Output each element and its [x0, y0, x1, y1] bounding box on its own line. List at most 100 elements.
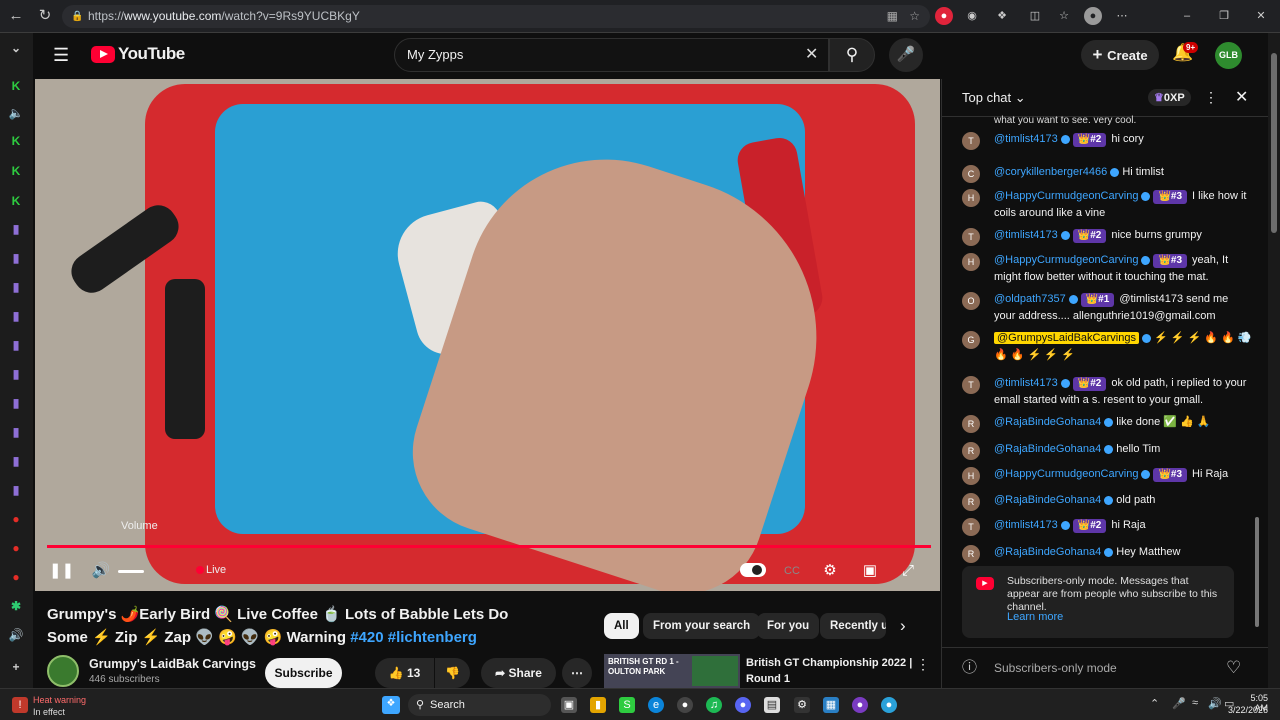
close-chat-icon[interactable]: ✕ — [1235, 87, 1248, 107]
progress-bar[interactable] — [47, 545, 931, 548]
chat-message[interactable]: O @oldpath7357 👑#1 @timlist4173 send me you… — [962, 291, 1252, 325]
favorites-icon[interactable]: ☆ — [1055, 7, 1073, 25]
volume-slider[interactable] — [118, 570, 144, 573]
app-icon[interactable]: S — [619, 697, 635, 713]
twitch-icon[interactable]: ▮ — [8, 337, 24, 353]
photos-icon[interactable]: ▦ — [823, 697, 839, 713]
clock-date[interactable]: 3/22/2026 — [1224, 705, 1268, 715]
extension-icon[interactable]: ● — [935, 7, 953, 25]
chat-author[interactable]: @HappyCurmudgeonCarving — [994, 468, 1138, 480]
more-actions-button[interactable]: ⋯ — [562, 658, 592, 688]
maximize-icon[interactable]: ❐ — [1215, 7, 1233, 25]
chat-avatar[interactable]: T — [962, 228, 980, 246]
hamburger-menu-icon[interactable]: ☰ — [53, 45, 69, 65]
twitch-icon[interactable]: ▮ — [8, 308, 24, 324]
chat-avatar[interactable]: R — [962, 442, 980, 460]
twitch-icon[interactable]: ▮ — [8, 453, 24, 469]
create-button[interactable]: + Create — [1081, 40, 1159, 70]
chat-mode-dropdown[interactable]: Top chat ⌄ — [962, 90, 1026, 106]
task-view-icon[interactable]: ▣ — [561, 697, 577, 713]
twitch-icon[interactable]: ▮ — [8, 395, 24, 411]
chat-avatar[interactable]: G — [962, 331, 980, 349]
reload-icon[interactable]: ↻ — [35, 6, 55, 26]
windows-start-icon[interactable]: ❖ — [382, 696, 400, 714]
speaker-icon[interactable]: 🔊 — [1208, 697, 1222, 710]
chat-message[interactable]: T @timlist4173 👑#2 nice burns grumpy — [962, 227, 1252, 246]
youtube-icon[interactable]: ● — [8, 569, 24, 585]
edge-icon[interactable]: e — [648, 697, 664, 713]
captions-icon[interactable]: CC — [780, 559, 804, 583]
close-window-icon[interactable]: ✕ — [1252, 7, 1270, 25]
chat-avatar[interactable]: T — [962, 518, 980, 536]
chat-message[interactable]: T @timlist4173 👑#2 hi Raja — [962, 517, 1252, 536]
page-scrollbar[interactable] — [1268, 33, 1280, 688]
chat-message[interactable]: H @HappyCurmudgeonCarving 👑#3 I like how it… — [962, 188, 1252, 222]
account-avatar[interactable]: GLB — [1215, 42, 1242, 69]
chat-input[interactable]: ⓘ Subscribers-only mode ♡ — [942, 647, 1269, 688]
video-player[interactable] — [35, 79, 940, 591]
fullscreen-icon[interactable]: ⤢ — [896, 559, 920, 583]
address-bar[interactable]: 🔒 https://www.youtube.com/watch?v=9Rs9YU… — [62, 5, 930, 28]
youtube-icon[interactable]: ● — [8, 540, 24, 556]
chat-scrollbar[interactable] — [1255, 517, 1259, 627]
more-menu-icon[interactable]: ⋯ — [1113, 7, 1131, 25]
channel-name[interactable]: Grumpy's LaidBak Carvings — [89, 657, 256, 671]
chat-author[interactable]: @oldpath7357 — [994, 293, 1066, 305]
heart-icon[interactable]: ♡ — [1226, 648, 1241, 688]
twitch-icon[interactable]: ▮ — [8, 279, 24, 295]
twitch-icon[interactable]: ▮ — [8, 221, 24, 237]
chat-avatar[interactable]: O — [962, 292, 980, 310]
apps-icon[interactable]: ▦ — [887, 5, 898, 28]
split-screen-icon[interactable]: ◫ — [1026, 7, 1044, 25]
chat-author[interactable]: @timlist4173 — [994, 133, 1058, 145]
chat-message[interactable]: R @RajaBindeGohana4 like done ✅ 👍 🙏 — [962, 414, 1252, 433]
app-icon[interactable]: ● — [852, 697, 868, 713]
chat-message[interactable]: R @RajaBindeGohana4 Hey Matthew — [962, 544, 1252, 563]
app-icon[interactable]: K — [8, 193, 24, 209]
chat-message[interactable]: G @GrumpysLaidBakCarvings ⚡ ⚡ ⚡ 🔥 🔥 💨 🔥 🔥… — [962, 330, 1252, 364]
chip-from-your-search[interactable]: From your search — [643, 613, 761, 639]
chat-avatar[interactable]: C — [962, 165, 980, 183]
weather-text[interactable]: Heat warning — [33, 695, 86, 705]
channel-avatar[interactable] — [47, 655, 79, 687]
app-icon[interactable]: ● — [881, 697, 897, 713]
chat-author[interactable]: @RajaBindeGohana4 — [994, 416, 1101, 428]
discord-icon[interactable]: ● — [735, 697, 751, 713]
chip-for-you[interactable]: For you — [757, 613, 820, 639]
voice-search-button[interactable]: 🎤 — [889, 38, 923, 72]
chip-all[interactable]: All — [604, 613, 639, 639]
chat-message[interactable]: R @RajaBindeGohana4 old path — [962, 492, 1252, 511]
weather-alert-icon[interactable]: ! — [12, 697, 28, 713]
add-icon[interactable]: + — [8, 659, 24, 675]
mute-icon[interactable]: 🔈 — [8, 105, 24, 121]
chat-avatar[interactable]: T — [962, 132, 980, 150]
spotify-icon[interactable]: ♫ — [706, 697, 722, 713]
chat-message[interactable]: R @RajaBindeGohana4 hello Tim — [962, 441, 1252, 460]
share-button[interactable]: ➦ Share — [481, 658, 556, 688]
search-input[interactable]: My Zypps — [394, 38, 829, 72]
app-icon[interactable]: K — [8, 133, 24, 149]
settings-gear-icon[interactable]: ⚙ — [794, 697, 810, 713]
chat-message[interactable]: H @HappyCurmudgeonCarving 👑#3 yeah, It migh… — [962, 252, 1252, 286]
chat-author[interactable]: @RajaBindeGohana4 — [994, 494, 1101, 506]
twitch-icon[interactable]: ▮ — [8, 424, 24, 440]
chat-avatar[interactable]: T — [962, 376, 980, 394]
chat-message[interactable]: T @timlist4173 👑#2 ok old path, i replied t… — [962, 375, 1252, 409]
chevron-up-icon[interactable]: ⌃ — [1150, 697, 1159, 710]
chat-avatar[interactable]: H — [962, 467, 980, 485]
chat-author[interactable]: @timlist4173 — [994, 229, 1058, 241]
chat-message[interactable]: H @HappyCurmudgeonCarving 👑#3 Hi Raja — [962, 466, 1252, 485]
search-button[interactable]: ⚲ — [829, 38, 875, 72]
chat-message[interactable]: C @corykillenberger4466 Hi timlist — [962, 164, 1252, 183]
recommended-thumbnail[interactable]: BRITISH GT RD 1 - OULTON PARK — [604, 654, 740, 688]
youtube-logo-text[interactable]: YouTube — [118, 44, 185, 64]
like-button[interactable]: 👍 13 — [375, 658, 434, 688]
chat-author[interactable]: @GrumpysLaidBakCarvings — [994, 332, 1139, 344]
github-icon[interactable]: ● — [677, 697, 693, 713]
puzzle-icon[interactable]: ❖ — [993, 7, 1011, 25]
document-icon[interactable]: ▤ — [764, 697, 780, 713]
recommended-title[interactable]: British GT Championship 2022 | Round 1 — [746, 655, 912, 687]
extension-icon[interactable]: ◉ — [963, 7, 981, 25]
chat-author[interactable]: @corykillenberger4466 — [994, 166, 1107, 178]
clear-search-icon[interactable]: ✕ — [805, 44, 818, 64]
